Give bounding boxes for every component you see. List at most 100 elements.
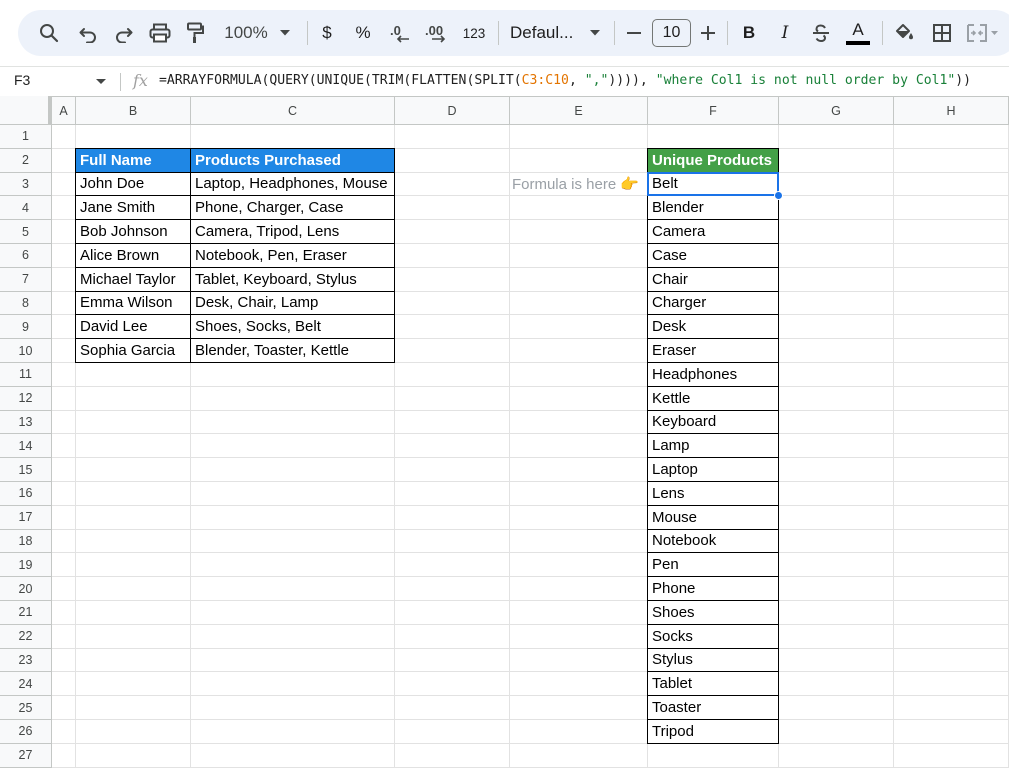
borders-icon[interactable] xyxy=(930,10,954,56)
row-header-13[interactable]: 13 xyxy=(0,410,52,435)
row-header-24[interactable]: 24 xyxy=(0,672,52,697)
undo-icon[interactable] xyxy=(75,10,101,56)
table-cell-products[interactable]: Camera, Tripod, Lens xyxy=(191,220,394,243)
column-header-b[interactable]: B xyxy=(76,97,191,125)
decrease-decimal-button[interactable]: .0 xyxy=(388,10,412,56)
unique-product-cell[interactable]: Case xyxy=(648,244,778,267)
fill-color-icon[interactable] xyxy=(892,10,916,56)
unique-product-cell[interactable]: Mouse xyxy=(648,506,778,529)
row-header-26[interactable]: 26 xyxy=(0,720,52,744)
unique-product-cell[interactable]: Belt xyxy=(648,173,778,196)
paint-format-icon[interactable] xyxy=(184,10,206,56)
font-dropdown-icon[interactable] xyxy=(587,10,603,56)
unique-product-cell[interactable]: Pen xyxy=(648,553,778,576)
column-header-c[interactable]: C xyxy=(191,97,395,125)
unique-product-cell[interactable]: Laptop xyxy=(648,458,778,481)
text-color-button[interactable]: A xyxy=(844,10,872,56)
row-header-9[interactable]: 9 xyxy=(0,315,52,340)
unique-product-cell[interactable]: Headphones xyxy=(648,363,778,386)
unique-product-cell[interactable]: Camera xyxy=(648,220,778,243)
strikethrough-icon[interactable] xyxy=(810,10,832,56)
column-header-e[interactable]: E xyxy=(510,97,648,125)
zoom-select[interactable]: 100% xyxy=(220,10,272,56)
row-header-18[interactable]: 18 xyxy=(0,529,52,554)
currency-format-button[interactable]: $ xyxy=(317,10,337,56)
search-menu-icon[interactable] xyxy=(36,10,62,56)
redo-icon[interactable] xyxy=(111,10,137,56)
unique-product-cell[interactable]: Shoes xyxy=(648,601,778,624)
unique-product-cell[interactable]: Eraser xyxy=(648,339,778,362)
row-header-27[interactable]: 27 xyxy=(0,743,52,768)
more-formats-button[interactable]: 123 xyxy=(460,10,488,56)
table-cell-products[interactable]: Tablet, Keyboard, Stylus xyxy=(191,268,394,291)
table-cell-name[interactable]: Michael Taylor xyxy=(76,268,190,291)
unique-product-cell[interactable]: Lamp xyxy=(648,434,778,457)
unique-product-cell[interactable]: Socks xyxy=(648,625,778,648)
fill-handle[interactable] xyxy=(774,191,783,201)
row-header-14[interactable]: 14 xyxy=(0,434,52,459)
unique-product-cell[interactable]: Chair xyxy=(648,268,778,291)
unique-product-cell[interactable]: Lens xyxy=(648,482,778,505)
bold-button[interactable]: B xyxy=(739,10,759,56)
table-cell-name[interactable]: Alice Brown xyxy=(76,244,190,267)
table-cell-name[interactable]: Emma Wilson xyxy=(76,292,190,315)
italic-button[interactable]: I xyxy=(775,10,795,56)
row-header-15[interactable]: 15 xyxy=(0,458,52,482)
column-header-f[interactable]: F xyxy=(648,97,779,125)
select-all-corner[interactable] xyxy=(0,96,52,124)
formula-input[interactable]: =ARRAYFORMULA(QUERY(UNIQUE(TRIM(FLATTEN(… xyxy=(159,73,971,88)
font-family-select[interactable]: Defaul... xyxy=(510,10,580,56)
unique-product-cell[interactable]: Stylus xyxy=(648,649,778,672)
unique-product-cell[interactable]: Tablet xyxy=(648,672,778,695)
increase-font-size-button[interactable] xyxy=(698,10,718,56)
table-cell-name[interactable]: Jane Smith xyxy=(76,196,190,219)
column-header-a[interactable]: A xyxy=(52,97,76,125)
column-header-h[interactable]: H xyxy=(894,97,1009,125)
table-cell-name[interactable]: David Lee xyxy=(76,315,190,338)
name-box[interactable]: F3 xyxy=(14,72,30,88)
decrease-font-size-button[interactable] xyxy=(624,10,644,56)
unique-products-header[interactable]: Unique Products xyxy=(648,148,778,172)
unique-product-cell[interactable]: Phone xyxy=(648,577,778,600)
row-header-19[interactable]: 19 xyxy=(0,553,52,578)
name-box-dropdown-icon[interactable] xyxy=(96,79,106,84)
unique-product-cell[interactable]: Notebook xyxy=(648,530,778,553)
unique-product-cell[interactable]: Charger xyxy=(648,292,778,315)
zoom-dropdown-icon[interactable] xyxy=(277,10,293,56)
table-cell-products[interactable]: Desk, Chair, Lamp xyxy=(191,292,394,315)
table-cell-name[interactable]: Sophia Garcia xyxy=(76,339,190,362)
table-cell-name[interactable]: John Doe xyxy=(76,173,190,196)
row-header-17[interactable]: 17 xyxy=(0,505,52,530)
column-header-d[interactable]: D xyxy=(395,97,510,125)
row-header-3[interactable]: 3 xyxy=(0,172,52,197)
table-cell-products[interactable]: Laptop, Headphones, Mouse xyxy=(191,173,394,196)
row-header-20[interactable]: 20 xyxy=(0,577,52,601)
unique-product-cell[interactable]: Keyboard xyxy=(648,411,778,434)
row-header-4[interactable]: 4 xyxy=(0,196,52,221)
row-header-25[interactable]: 25 xyxy=(0,696,52,720)
table-cell-products[interactable]: Shoes, Socks, Belt xyxy=(191,315,394,338)
row-header-10[interactable]: 10 xyxy=(0,339,52,363)
percent-format-button[interactable]: % xyxy=(353,10,373,56)
increase-decimal-button[interactable]: .00 xyxy=(424,10,450,56)
row-header-2[interactable]: 2 xyxy=(0,148,52,173)
column-header-g[interactable]: G xyxy=(779,97,894,125)
table-cell-products[interactable]: Phone, Charger, Case xyxy=(191,196,394,219)
row-header-5[interactable]: 5 xyxy=(0,220,52,244)
table-header-products[interactable]: Products Purchased xyxy=(191,148,394,172)
unique-product-cell[interactable]: Toaster xyxy=(648,696,778,719)
row-header-8[interactable]: 8 xyxy=(0,291,52,316)
row-header-12[interactable]: 12 xyxy=(0,386,52,411)
unique-product-cell[interactable]: Tripod xyxy=(648,720,778,743)
unique-product-cell[interactable]: Blender xyxy=(648,196,778,219)
table-cell-name[interactable]: Bob Johnson xyxy=(76,220,190,243)
row-header-1[interactable]: 1 xyxy=(0,125,52,149)
font-size-input[interactable]: 10 xyxy=(652,19,691,47)
row-header-23[interactable]: 23 xyxy=(0,648,52,673)
print-icon[interactable] xyxy=(147,10,173,56)
unique-product-cell[interactable]: Kettle xyxy=(648,387,778,410)
spreadsheet-grid[interactable]: ABCDEFGH 1 2 3 4 5 6 7 8 9 10 11 12 13 14 15 16 17 18 19 20… xyxy=(0,96,1009,768)
table-header-full-name[interactable]: Full Name xyxy=(76,148,190,172)
row-header-6[interactable]: 6 xyxy=(0,244,52,268)
table-cell-products[interactable]: Notebook, Pen, Eraser xyxy=(191,244,394,267)
